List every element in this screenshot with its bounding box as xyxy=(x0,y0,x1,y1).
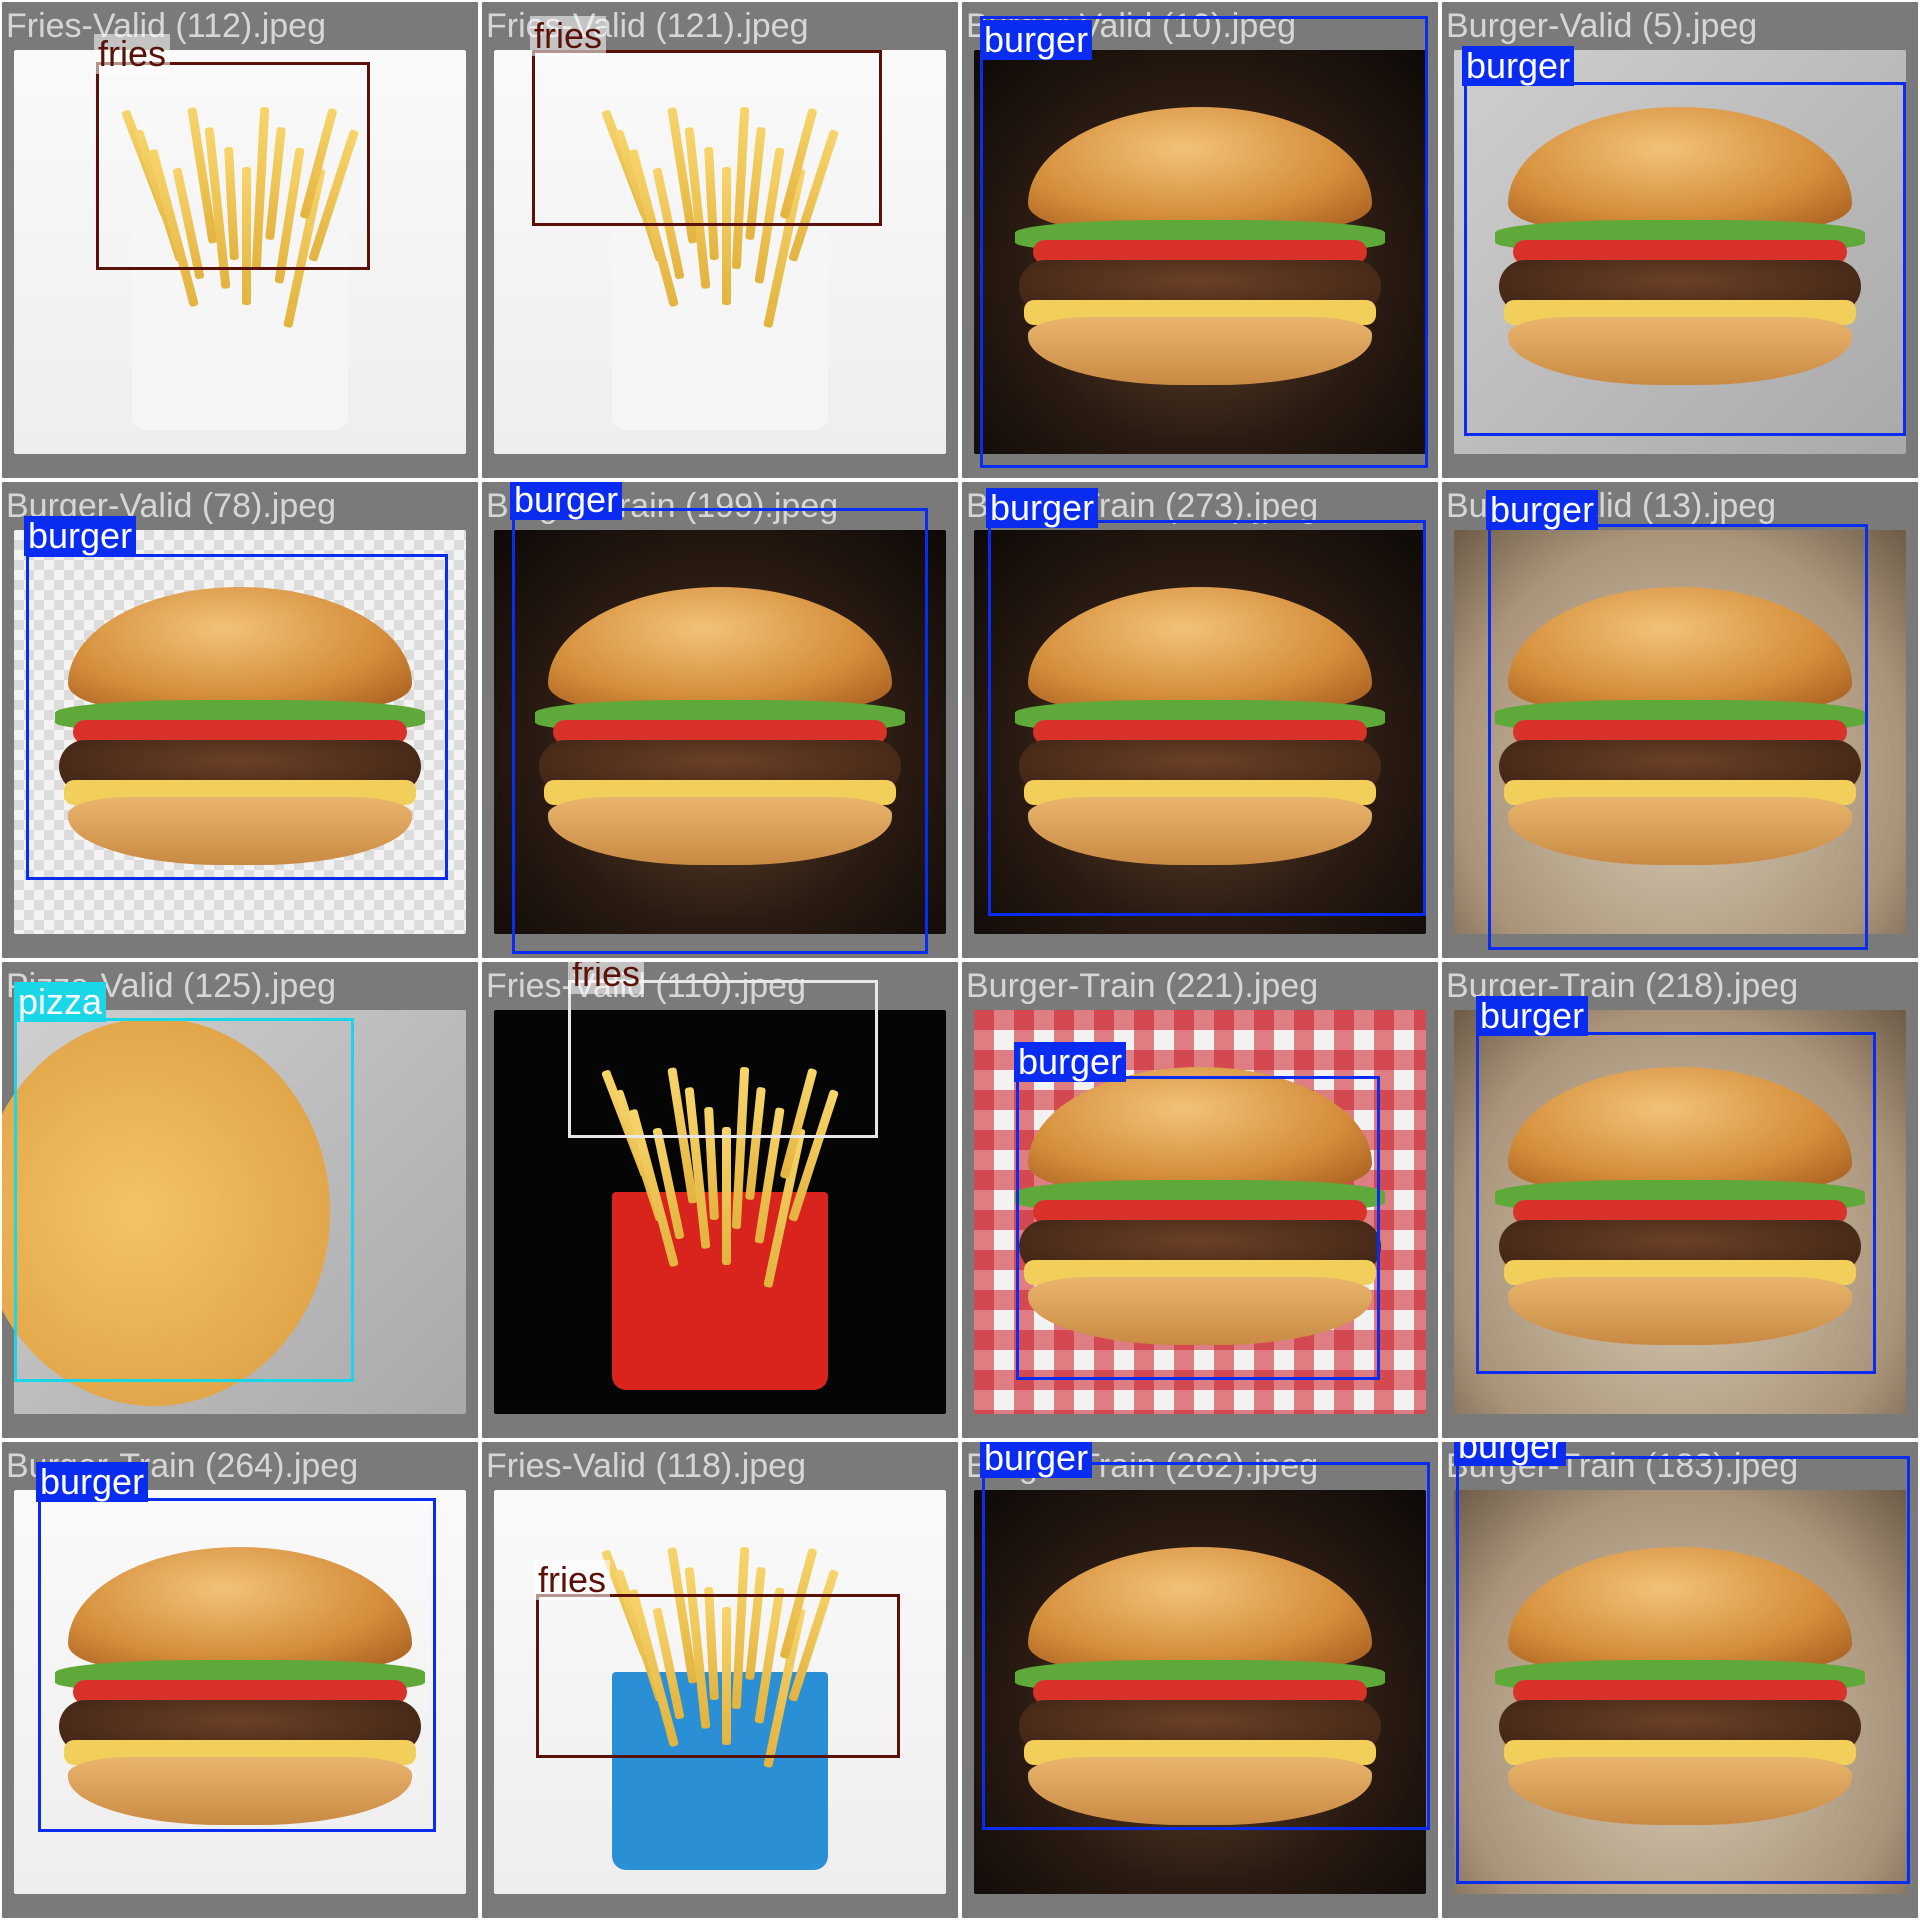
image-tile: Burger-Train (183).jpeg burger xyxy=(1442,1442,1918,1918)
image-tile: Burger-Train (218).jpeg burger xyxy=(1442,962,1918,1438)
image-tile: Burger-Train (221).jpeg burger xyxy=(962,962,1438,1438)
image-filename: Burger-Valid (5).jpeg xyxy=(1446,7,1758,45)
fry-stick xyxy=(721,1127,731,1265)
bounding-box xyxy=(532,50,882,226)
bounding-box xyxy=(1488,524,1868,950)
class-label: burger xyxy=(1014,1042,1127,1082)
image-tile: Burger-Train (273).jpeg burger xyxy=(962,482,1438,958)
class-label: burger xyxy=(980,20,1093,60)
image-tile: Burger-Valid (5).jpeg burger xyxy=(1442,2,1918,478)
bounding-box xyxy=(982,1462,1430,1830)
image-tile: Fries-Valid (112).jpeg fries xyxy=(2,2,478,478)
bounding-box xyxy=(536,1594,900,1758)
fries-carton xyxy=(611,1191,829,1390)
image-tile: Fries-Valid (118).jpeg fries xyxy=(482,1442,958,1918)
image-tile: Fries-Valid (110).jpeg fries xyxy=(482,962,958,1438)
class-label: burger xyxy=(510,482,623,520)
class-label: burger xyxy=(1462,46,1575,86)
bounding-box xyxy=(96,62,370,270)
image-tile: Burger-Valid (78).jpeg burger xyxy=(2,482,478,958)
image-tile: Burger-Train (262).jpeg burger xyxy=(962,1442,1438,1918)
class-label: burger xyxy=(36,1462,149,1502)
bounding-box xyxy=(512,508,928,954)
class-label: burger xyxy=(1476,996,1589,1036)
class-label: fries xyxy=(530,16,607,56)
class-label: pizza xyxy=(14,982,107,1022)
image-tile: Burger-Train (264).jpeg burger xyxy=(2,1442,478,1918)
fries-carton xyxy=(611,231,829,430)
class-label: burger xyxy=(1454,1442,1567,1466)
class-label: burger xyxy=(24,516,137,556)
bounding-box xyxy=(980,16,1428,468)
image-filename: Fries-Valid (118).jpeg xyxy=(486,1447,806,1485)
bounding-box xyxy=(1456,1456,1910,1884)
image-tile: Fries-Valid (121).jpeg fries xyxy=(482,2,958,478)
class-label: fries xyxy=(568,962,645,994)
bounding-box xyxy=(988,520,1426,916)
class-label: burger xyxy=(986,488,1099,528)
class-label: fries xyxy=(94,34,171,74)
image-filename: Burger-Train (221).jpeg xyxy=(966,967,1319,1005)
bounding-box xyxy=(1464,82,1906,436)
bounding-box xyxy=(1016,1076,1380,1380)
class-label: burger xyxy=(980,1442,1093,1478)
detection-mosaic: Fries-Valid (112).jpeg fries Fries-Valid (… xyxy=(0,0,1920,1920)
bounding-box xyxy=(1476,1032,1876,1374)
bounding-box xyxy=(568,980,878,1138)
bounding-box xyxy=(26,554,448,880)
image-tile: Burger-Train (199).jpeg burger xyxy=(482,482,958,958)
bounding-box xyxy=(38,1498,436,1832)
bounding-box xyxy=(14,1018,354,1382)
image-tile: Pizza-Valid (125).jpeg pizza xyxy=(2,962,478,1438)
image-tile: Burger-Valid (10).jpeg burger xyxy=(962,2,1438,478)
class-label: fries xyxy=(534,1560,611,1600)
class-label: burger xyxy=(1486,490,1599,530)
image-tile: Burger-Valid (13).jpeg burger xyxy=(1442,482,1918,958)
